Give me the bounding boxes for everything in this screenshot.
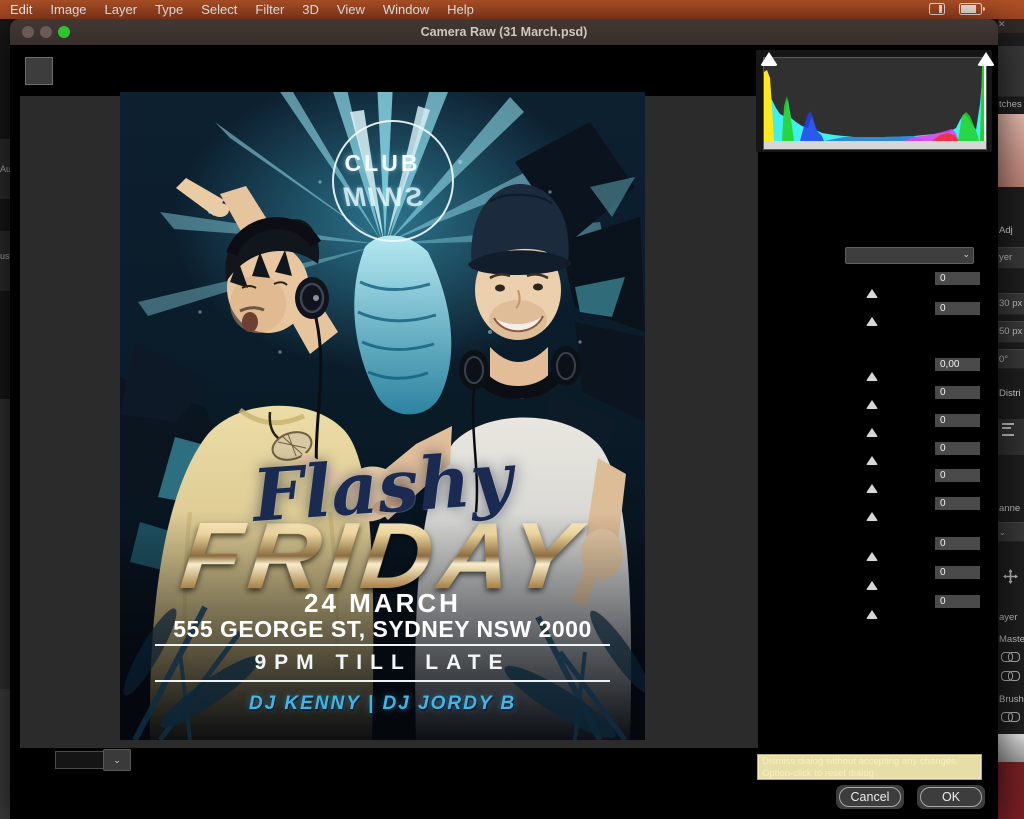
poster-divider bbox=[155, 680, 610, 682]
field-0deg-fragment[interactable]: 0° bbox=[998, 349, 1024, 369]
field-50px-fragment[interactable]: 50 px bbox=[998, 321, 1024, 343]
left-panel-fragment: us bbox=[0, 247, 10, 265]
ok-button[interactable]: OK bbox=[917, 785, 985, 809]
swatch-gradient[interactable] bbox=[998, 114, 1024, 187]
chevron-down-icon: ⌄ bbox=[962, 249, 970, 260]
menu-select[interactable]: Select bbox=[192, 2, 246, 17]
value-field[interactable]: 0 bbox=[935, 469, 980, 482]
poster-time: 9PM TILL LATE bbox=[120, 651, 645, 675]
cancel-button-label: Cancel bbox=[839, 787, 901, 807]
tooltip-line: Dismiss dialog without accepting any cha… bbox=[762, 756, 977, 768]
menu-layer[interactable]: Layer bbox=[96, 2, 147, 17]
slider-thumb[interactable] bbox=[866, 289, 878, 298]
logo-text-swim: SWIM bbox=[120, 182, 645, 213]
slider-thumb[interactable] bbox=[866, 372, 878, 381]
poster-divider bbox=[155, 644, 610, 646]
align-icon[interactable] bbox=[1002, 423, 1014, 436]
move-tool-icon[interactable] bbox=[1003, 569, 1018, 584]
panel-dropdown[interactable]: ⌄ bbox=[845, 247, 974, 264]
window-title: Camera Raw (31 March.psd) bbox=[10, 19, 998, 45]
value-field[interactable]: 0 bbox=[935, 537, 980, 550]
panel-red-band bbox=[998, 762, 1024, 819]
histogram bbox=[763, 57, 987, 150]
menu-type[interactable]: Type bbox=[146, 2, 192, 17]
histogram-panel bbox=[756, 50, 992, 152]
menu-help[interactable]: Help bbox=[438, 2, 483, 17]
highlight-clipping-toggle-icon[interactable] bbox=[977, 52, 995, 66]
value-field[interactable]: 0 bbox=[935, 302, 980, 315]
shadow-clipping-toggle-icon[interactable] bbox=[760, 52, 778, 66]
zoom-select-chevron-button[interactable]: ⌄ bbox=[103, 749, 131, 771]
layer-row-fragment: yer bbox=[998, 247, 1024, 269]
chevron-down-icon[interactable]: ⌄ bbox=[999, 528, 1006, 537]
menu-view[interactable]: View bbox=[328, 2, 374, 17]
value-field[interactable]: 0 bbox=[935, 414, 980, 427]
slider-thumb[interactable] bbox=[866, 581, 878, 590]
zoom-level-select[interactable] bbox=[55, 751, 106, 769]
menu-image[interactable]: Image bbox=[41, 2, 95, 17]
display-icon[interactable] bbox=[929, 3, 945, 15]
club-logo-circle bbox=[332, 120, 454, 242]
minimize-window-button[interactable] bbox=[40, 26, 52, 38]
value-field[interactable]: 0 bbox=[935, 566, 980, 579]
menu-window[interactable]: Window bbox=[374, 2, 438, 17]
close-window-button[interactable] bbox=[22, 26, 34, 38]
poster-date: 24 MARCH bbox=[120, 588, 645, 619]
poster-address: 555 GEORGE ST, SYDNEY NSW 2000 bbox=[120, 616, 645, 643]
slider-thumb[interactable] bbox=[866, 512, 878, 521]
camera-raw-dialog: Camera Raw (31 March.psd) bbox=[10, 19, 998, 819]
left-panel-fragment: Au bbox=[0, 160, 10, 178]
value-field[interactable]: 0 bbox=[935, 442, 980, 455]
slider-thumb[interactable] bbox=[866, 428, 878, 437]
slider-thumb[interactable] bbox=[866, 484, 878, 493]
value-field[interactable]: 0 bbox=[935, 497, 980, 510]
background-right-panel: ✕ tches Adj yer 30 px 50 px 0° Distri an… bbox=[998, 19, 1024, 819]
poster-lineup: DJ KENNY | DJ JORDY B bbox=[120, 693, 645, 715]
slider-thumb[interactable] bbox=[866, 317, 878, 326]
zoom-window-button[interactable] bbox=[58, 26, 70, 38]
layer1-label-fragment: ayer bbox=[998, 610, 1024, 626]
distribute-label-fragment: Distri bbox=[998, 386, 1024, 402]
panel-light-band bbox=[998, 734, 1024, 762]
value-field[interactable]: 0 bbox=[935, 595, 980, 608]
menu-filter[interactable]: Filter bbox=[246, 2, 293, 17]
tab-close-icon[interactable]: ✕ bbox=[998, 19, 1006, 29]
slider-thumb[interactable] bbox=[866, 400, 878, 409]
slider-thumb[interactable] bbox=[866, 552, 878, 561]
dialog-title-bar: Camera Raw (31 March.psd) bbox=[10, 19, 998, 45]
cancel-button-tooltip: Dismiss dialog without accepting any cha… bbox=[757, 754, 982, 780]
menu-3d[interactable]: 3D bbox=[293, 2, 328, 17]
slider-thumb[interactable] bbox=[866, 610, 878, 619]
tooltip-line: Option-click to reset dialog bbox=[762, 768, 977, 780]
master-label-fragment: Maste bbox=[998, 632, 1024, 648]
value-field[interactable]: 0 bbox=[935, 272, 980, 285]
brush-label-fragment: Brush bbox=[998, 692, 1024, 708]
logo-text-club: CLUB bbox=[120, 150, 645, 177]
adjustments-panel-fragment: Adj bbox=[998, 223, 1024, 239]
screen: Edit Image Layer Type Select Filter 3D V… bbox=[0, 0, 1024, 819]
toolbar-button[interactable] bbox=[25, 57, 53, 85]
slider-thumb[interactable] bbox=[866, 456, 878, 465]
value-field[interactable]: 0 bbox=[935, 386, 980, 399]
background-left-panel: Au us bbox=[0, 19, 10, 819]
menu-edit[interactable]: Edit bbox=[0, 2, 41, 17]
channels-panel-fragment: anne bbox=[998, 501, 1024, 517]
menu-bar: Edit Image Layer Type Select Filter 3D V… bbox=[0, 0, 1024, 19]
value-field[interactable]: 0,00 bbox=[935, 358, 980, 371]
ok-button-label: OK bbox=[920, 787, 982, 807]
cancel-button[interactable]: Cancel bbox=[836, 785, 904, 809]
poster-preview-image[interactable]: CLUB SWIM Flashy FRIDAY 24 MARCH 555 GEO… bbox=[120, 92, 645, 740]
swatches-panel-fragment: tches bbox=[998, 97, 1024, 113]
battery-icon bbox=[959, 3, 982, 15]
field-30px-fragment[interactable]: 30 px bbox=[998, 293, 1024, 315]
